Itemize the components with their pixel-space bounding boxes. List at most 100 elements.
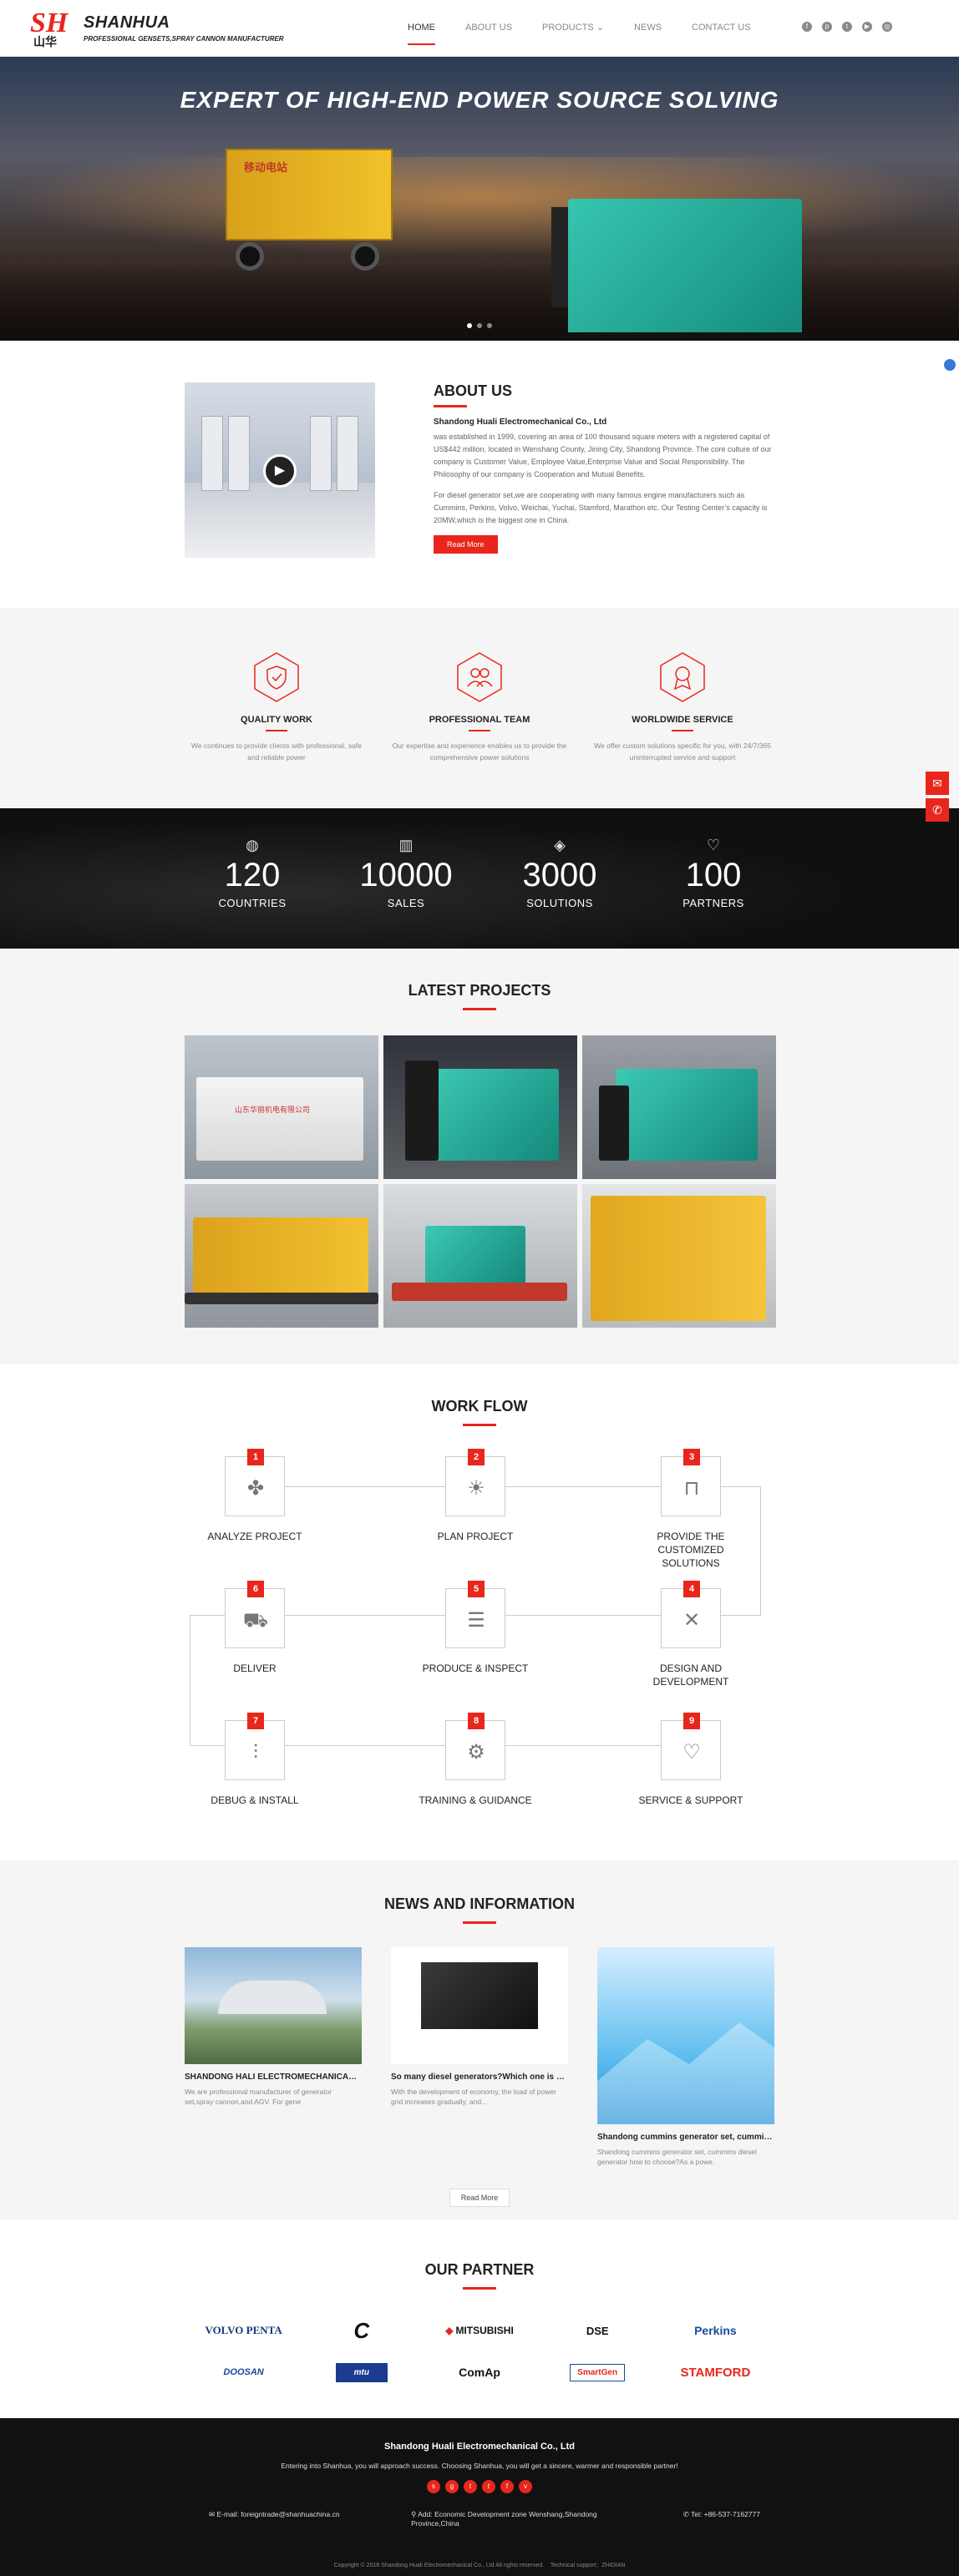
footer-copyright: Copyright © 2018 Shandong Huali Electrom… — [0, 2561, 959, 2569]
title-underline — [266, 730, 287, 731]
white-genset — [196, 1077, 363, 1161]
tumblr-icon[interactable]: t — [482, 2480, 495, 2493]
footer-tel[interactable]: ✆ Tel: +86-537-7162777 — [683, 2510, 760, 2528]
pinterest-icon[interactable]: p — [822, 22, 832, 32]
step-deliver: 6 ⛟ DELIVER — [180, 1581, 330, 1675]
partner-logo-smartgen[interactable]: SmartGen — [539, 2356, 657, 2388]
stat-number: 120 — [224, 857, 281, 893]
phone-float-button[interactable]: ✆ — [926, 798, 949, 822]
partners-title: OUR PARTNER — [424, 2261, 535, 2278]
slider-dot[interactable] — [487, 323, 492, 328]
instagram-icon[interactable]: ◎ — [882, 22, 892, 32]
project-photo[interactable] — [185, 1184, 378, 1328]
partner-logo-stamford[interactable]: STAMFORD — [657, 2356, 774, 2388]
cabinet — [201, 416, 223, 491]
twitter-icon[interactable]: t — [464, 2480, 477, 2493]
workflow-section: WORK FLOW 1 ✤ ANALYZE PROJECT 2 ☀ PLAN PRO… — [0, 1364, 959, 1860]
partner-logo-doosan[interactable]: DOOSAN — [185, 2356, 302, 2388]
title-underline — [463, 1921, 496, 1924]
slider-dot[interactable] — [477, 323, 482, 328]
news-card[interactable]: So many diesel generators?Which one is m… — [391, 1947, 568, 2167]
stat-number: 10000 — [359, 857, 453, 893]
stat-solutions: ◈ 3000 SOLUTIONS — [483, 837, 637, 909]
genset-base — [560, 332, 810, 341]
vk-icon[interactable]: v — [519, 2480, 532, 2493]
site-footer: Shandong Huali Electromechanical Co., Lt… — [0, 2418, 959, 2576]
step-box: 5 ☰ — [445, 1581, 505, 1648]
partner-logo-mitsubishi[interactable]: ◆ MITSUBISHI — [420, 2315, 538, 2346]
step-training: 8 ⚙ TRAINING & GUIDANCE — [400, 1713, 551, 1807]
main-nav: HOME ABOUT US PRODUCTS ⌄ NEWS CONTACT US — [408, 0, 781, 57]
partner-logo-volvo[interactable]: VOLVO PENTA — [185, 2315, 302, 2346]
footer-email[interactable]: ✉ E-mail: foreigntrade@shanhuachina.cn — [209, 2510, 340, 2528]
trailer-bed — [185, 1293, 378, 1304]
nav-about[interactable]: ABOUT US — [465, 0, 512, 57]
twitter-icon[interactable]: t — [842, 22, 852, 32]
news-headline[interactable]: Shandong cummins generator set, cummins.… — [597, 2133, 774, 2142]
nav-products[interactable]: PRODUCTS ⌄ — [542, 0, 604, 57]
news-read-more-button[interactable]: Read More — [449, 2189, 510, 2207]
step-produce: 5 ☰ PRODUCE & INSPECT — [400, 1581, 551, 1675]
play-icon[interactable]: ▶ — [263, 454, 297, 488]
facebook-icon[interactable]: f — [802, 22, 812, 32]
step-box: 2 ☀ — [445, 1449, 505, 1516]
diesel-genset-image — [551, 174, 827, 341]
skype-icon[interactable]: s — [427, 2480, 440, 2493]
stat-sales: ▥ 10000 SALES — [329, 837, 483, 909]
about-paragraph: was established in 1999, covering an are… — [434, 433, 772, 478]
shanhua-logo[interactable]: SH 山华 — [28, 7, 80, 49]
youtube-icon[interactable]: ▶ — [862, 22, 872, 32]
partner-logo-perkins[interactable]: Perkins — [657, 2315, 774, 2346]
facebook-icon[interactable]: f — [500, 2480, 514, 2493]
news-headline[interactable]: SHANDONG HALI ELECTROMECHANICAL ... — [185, 2072, 362, 2082]
project-photo[interactable] — [383, 1035, 577, 1179]
brand: SHANHUA PROFESSIONAL GENSETS,SPRAY CANNO… — [84, 13, 284, 43]
step-label: DEBUG & INSTALL — [211, 1794, 299, 1806]
email-float-button[interactable]: ✉ — [926, 772, 949, 795]
read-more-button[interactable]: Read More — [434, 535, 498, 554]
news-image-placeholder[interactable] — [597, 1947, 774, 2124]
news-image[interactable] — [391, 1947, 568, 2064]
nav-contact[interactable]: CONTACT US — [692, 0, 751, 57]
step-label: PROVIDE THE CUSTOMIZED SOLUTIONS — [657, 1531, 725, 1569]
news-headline[interactable]: So many diesel generators?Which one is m… — [391, 2072, 568, 2082]
project-photo[interactable]: 山东华丽机电有限公司 — [185, 1035, 378, 1179]
googleplus-icon[interactable]: g — [445, 2480, 459, 2493]
projects-title: LATEST PROJECTS — [408, 982, 551, 999]
partner-logo-dse[interactable]: DSE — [539, 2315, 657, 2346]
nav-news[interactable]: NEWS — [634, 0, 662, 57]
project-photo[interactable] — [582, 1184, 776, 1328]
news-card[interactable]: Shandong cummins generator set, cummins.… — [597, 1947, 774, 2167]
footer-social: s g t t f v — [0, 2480, 959, 2493]
news-card[interactable]: SHANDONG HALI ELECTROMECHANICAL ... We a… — [185, 1947, 362, 2167]
partner-logo-cummins[interactable]: C — [302, 2315, 420, 2346]
cummins-c-icon: C — [353, 2317, 370, 2343]
section-title: OUR PARTNER — [0, 2261, 959, 2290]
partner-logo-mtu[interactable]: mtu — [302, 2356, 420, 2388]
footer-contact: ✉ E-mail: foreigntrade@shanhuachina.cn ⚲… — [209, 2510, 760, 2528]
nav-home[interactable]: HOME — [408, 0, 435, 57]
wheel — [351, 242, 379, 271]
about-paragraph: For diesel generator set,we are cooperat… — [434, 491, 768, 524]
stat-label: SOLUTIONS — [526, 897, 593, 909]
logo-label: mtu — [335, 2362, 388, 2382]
shield-icon — [251, 651, 302, 703]
about-video[interactable]: ▶ — [185, 382, 375, 558]
footer-address: ⚲ Add: Economic Development zone Wenshan… — [411, 2510, 611, 2528]
trailer-generator-image: 移动电站 — [226, 149, 401, 271]
project-photo[interactable] — [383, 1184, 577, 1328]
hero-title: EXPERT OF HIGH-END POWER SOURCE SOLVING — [180, 87, 779, 113]
step-number: 5 — [468, 1581, 485, 1597]
slider-dot[interactable] — [467, 323, 472, 328]
news-image[interactable] — [185, 1947, 362, 2064]
section-title: LATEST PROJECTS — [0, 982, 959, 1010]
feature-service: WORLDWIDE SERVICE We offer custom soluti… — [591, 651, 774, 763]
partner-logo-comap[interactable]: ComAp — [420, 2356, 538, 2388]
step-number: 7 — [247, 1713, 264, 1729]
red-truck — [392, 1283, 567, 1301]
floating-chat-icon[interactable] — [944, 359, 956, 371]
black-genset — [421, 1962, 538, 2029]
svg-text:SH: SH — [30, 8, 69, 38]
project-photo[interactable] — [582, 1035, 776, 1179]
step-box: 9 ♡ — [661, 1713, 721, 1780]
